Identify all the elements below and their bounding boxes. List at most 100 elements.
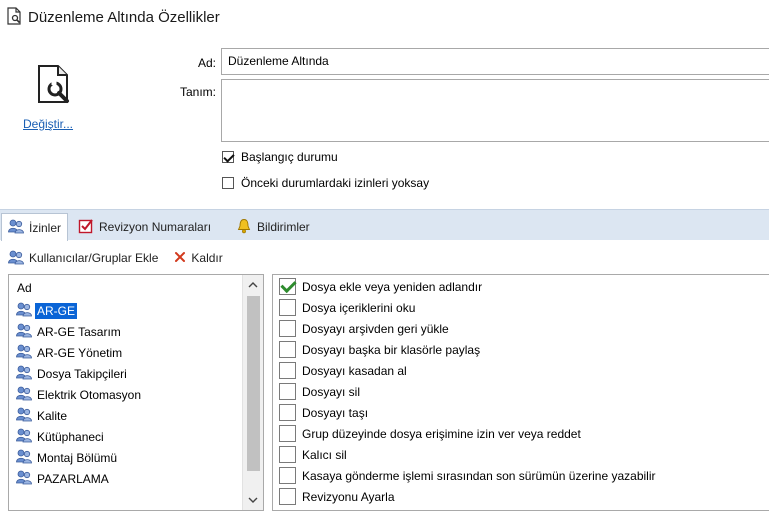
list-item[interactable]: Montaj Bölümü — [16, 447, 143, 468]
users-groups-list[interactable]: Ad AR-GE AR-GE Tasarım AR-GE Yönetim Dosya … — [8, 274, 264, 511]
list-item[interactable]: Kütüphaneci — [16, 426, 143, 447]
permission-row[interactable]: Kasaya gönderme işlemi sırasından son sü… — [279, 465, 656, 486]
permission-checkbox[interactable] — [279, 320, 296, 337]
tab-strip: İzinler Revizyon Numaraları Bildirimler — [0, 209, 769, 241]
description-input[interactable] — [221, 79, 769, 142]
tab-revision-numbers[interactable]: Revizyon Numaraları — [72, 213, 228, 241]
list-item-label: AR-GE Yönetim — [37, 345, 123, 360]
permission-label: Dosyayı taşı — [302, 405, 369, 420]
permission-checkbox[interactable] — [279, 446, 296, 463]
permission-checkbox[interactable] — [279, 425, 296, 442]
permission-label: Grup düzeyinde dosya erişimine izin ver … — [302, 426, 581, 441]
tab-notifications[interactable]: Bildirimler — [230, 213, 326, 241]
remove-button[interactable]: Kaldır — [174, 251, 223, 266]
description-label: Tanım: — [179, 85, 216, 99]
state-document-icon — [34, 64, 74, 106]
list-item[interactable]: AR-GE — [16, 300, 143, 321]
add-users-icon — [8, 249, 24, 268]
permission-row[interactable]: Dosya içeriklerini oku — [279, 297, 656, 318]
change-icon-link[interactable]: Değiştir... — [23, 117, 73, 131]
list-column-header: Ad — [17, 281, 32, 295]
ignore-previous-checkbox-row[interactable]: Önceki durumlardaki izinleri yoksay — [222, 176, 429, 190]
ignore-previous-checkbox[interactable] — [222, 177, 234, 189]
permission-row[interactable]: Kalıcı sil — [279, 444, 656, 465]
add-users-groups-label: Kullanıcılar/Gruplar Ekle — [29, 251, 159, 265]
permission-checkbox[interactable] — [279, 299, 296, 316]
scrollbar-thumb[interactable] — [247, 296, 260, 471]
list-item-label: Elektrik Otomasyon — [37, 387, 142, 402]
list-item[interactable]: Elektrik Otomasyon — [16, 384, 143, 405]
scroll-down-arrow-icon[interactable] — [243, 491, 263, 509]
permission-label: Revizyonu Ayarla — [302, 489, 395, 504]
bell-icon — [236, 218, 252, 237]
list-item-label: AR-GE — [35, 302, 78, 319]
permission-row[interactable]: Dosyayı kasadan al — [279, 360, 656, 381]
group-icon — [16, 406, 32, 425]
permission-row[interactable]: Revizyonu Ayarla — [279, 486, 656, 507]
tab-permissions[interactable]: İzinler — [1, 213, 68, 241]
list-scrollbar[interactable] — [242, 275, 263, 510]
permission-row[interactable]: Dosyayı taşı — [279, 402, 656, 423]
group-icon — [16, 322, 32, 341]
permission-row[interactable]: Grup düzeyinde dosya erişimine izin ver … — [279, 423, 656, 444]
start-state-checkbox-row[interactable]: Başlangıç durumu — [222, 150, 338, 164]
tab-notifications-label: Bildirimler — [257, 220, 310, 234]
permission-label: Kasaya gönderme işlemi sırasından son sü… — [302, 468, 656, 483]
permission-label: Dosyayı başka bir klasörle paylaş — [302, 342, 481, 357]
permission-label: Kalıcı sil — [302, 447, 347, 462]
list-item[interactable]: AR-GE Yönetim — [16, 342, 143, 363]
list-item[interactable]: AR-GE Tasarım — [16, 321, 143, 342]
permission-label: Dosya ekle veya yeniden adlandır — [302, 279, 483, 294]
group-icon — [16, 427, 32, 446]
list-item[interactable]: Dosya Takipçileri — [16, 363, 143, 384]
scroll-up-arrow-icon[interactable] — [243, 276, 263, 294]
group-icon — [16, 385, 32, 404]
permission-checkbox[interactable] — [279, 488, 296, 505]
window-title-bar: Düzenleme Altında Özellikler — [6, 6, 220, 28]
list-item-label: PAZARLAMA — [37, 471, 109, 486]
permission-label: Dosyayı arşivden geri yükle — [302, 321, 449, 336]
permission-checkbox[interactable] — [279, 467, 296, 484]
permission-label: Dosya içeriklerini oku — [302, 300, 416, 315]
list-item-label: Dosya Takipçileri — [37, 366, 127, 381]
name-input[interactable]: Düzenleme Altında — [221, 48, 769, 75]
permission-checkbox[interactable] — [279, 278, 296, 295]
permission-checkbox[interactable] — [279, 341, 296, 358]
tab-revision-numbers-label: Revizyon Numaraları — [99, 220, 212, 234]
list-item[interactable]: Kalite — [16, 405, 143, 426]
list-item[interactable]: PAZARLAMA — [16, 468, 143, 489]
permission-checkbox[interactable] — [279, 404, 296, 421]
permission-label: Dosyayı sil — [302, 384, 361, 399]
document-wrench-icon — [6, 6, 22, 28]
permissions-list[interactable]: Dosya ekle veya yeniden adlandır Dosya iç… — [272, 274, 769, 511]
permission-checkbox[interactable] — [279, 362, 296, 379]
list-item-label: AR-GE Tasarım — [37, 324, 121, 339]
checkbox-red-icon — [78, 218, 94, 237]
list-item-label: Kalite — [37, 408, 68, 423]
name-label: Ad: — [197, 56, 216, 70]
permission-row[interactable]: Dosyayı sil — [279, 381, 656, 402]
group-icon — [16, 448, 32, 467]
list-item-label: Montaj Bölümü — [37, 450, 118, 465]
permissions-toolbar: Kullanıcılar/Gruplar Ekle Kaldır — [8, 248, 223, 268]
group-icon — [16, 364, 32, 383]
users-icon — [8, 218, 24, 237]
permission-row[interactable]: Dosyayı arşivden geri yükle — [279, 318, 656, 339]
remove-x-icon — [174, 251, 186, 266]
start-state-label: Başlangıç durumu — [241, 150, 338, 164]
group-icon — [16, 469, 32, 488]
list-item-label: Kütüphaneci — [37, 429, 104, 444]
permission-row[interactable]: Dosyayı başka bir klasörle paylaş — [279, 339, 656, 360]
permission-checkbox[interactable] — [279, 383, 296, 400]
ignore-previous-label: Önceki durumlardaki izinleri yoksay — [241, 176, 430, 190]
window-title: Düzenleme Altında Özellikler — [28, 8, 220, 26]
remove-label: Kaldır — [191, 251, 223, 265]
tab-permissions-label: İzinler — [29, 220, 62, 235]
permission-row[interactable]: Dosya ekle veya yeniden adlandır — [279, 276, 656, 297]
permission-label: Dosyayı kasadan al — [302, 363, 407, 378]
start-state-checkbox[interactable] — [222, 151, 234, 163]
users-groups-items: AR-GE AR-GE Tasarım AR-GE Yönetim Dosya Tak… — [16, 300, 143, 489]
group-icon — [16, 343, 32, 362]
add-users-groups-button[interactable]: Kullanıcılar/Gruplar Ekle — [8, 249, 158, 268]
group-icon — [16, 301, 32, 320]
